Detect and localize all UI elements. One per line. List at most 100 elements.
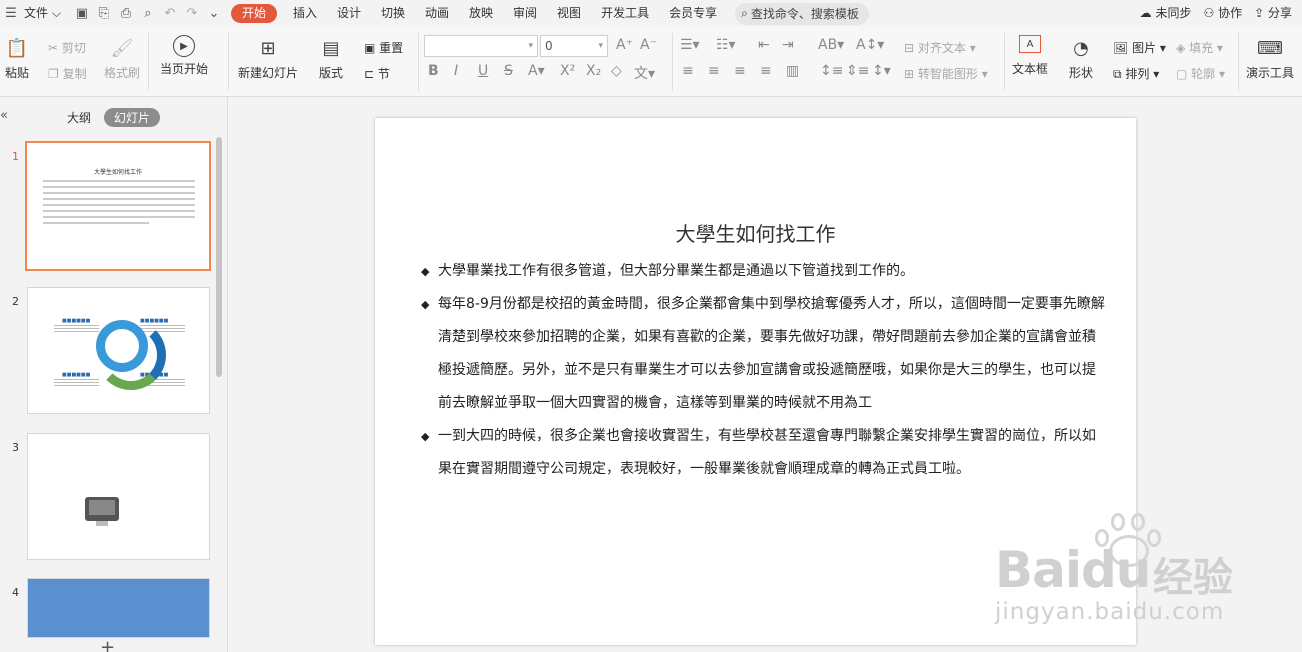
cut-button[interactable]: ✂ 剪切 — [48, 39, 86, 56]
slide-number: 3 — [12, 441, 19, 454]
decrease-indent-icon[interactable]: ⇤ — [758, 37, 770, 53]
clipboard-icon: 📋 — [5, 37, 29, 59]
cycle-diagram — [96, 320, 166, 390]
layout-button[interactable]: ▤ 版式 — [318, 35, 344, 81]
slide-thumbnail-2[interactable]: ■■■■■■ ■■■■■■ ■■■■■■ ■■■■■■ — [27, 287, 210, 414]
tab-slides[interactable]: 幻灯片 — [104, 108, 161, 127]
sort-icon[interactable]: A↕▾ — [856, 37, 884, 53]
distribute-icon[interactable]: ▥ — [786, 63, 799, 79]
increase-font-icon[interactable]: A⁺ — [616, 37, 633, 53]
slide-thumbnail-4[interactable] — [27, 578, 210, 638]
tab-developer[interactable]: 开发工具 — [591, 0, 659, 27]
section-button[interactable]: ⊏ 节 — [364, 65, 390, 82]
smartart-button[interactable]: ⊞ 转智能图形 ▾ — [904, 65, 988, 82]
slide-title[interactable]: 大學生如何找工作 — [375, 218, 1136, 247]
presentation-tools-button[interactable]: ⌨ 演示工具 — [1246, 35, 1294, 81]
tab-insert[interactable]: 插入 — [283, 0, 327, 27]
align-text-button[interactable]: ⊟ 对齐文本 ▾ — [904, 39, 976, 56]
section-icon: ⊏ — [364, 67, 375, 81]
monitor-icon — [85, 497, 119, 521]
arrange-icon: ⧉ — [1113, 67, 1122, 81]
panel-scrollbar[interactable] — [216, 137, 222, 377]
subscript-icon[interactable]: X₂ — [586, 63, 601, 79]
format-painter-button[interactable]: 🖌 格式刷 — [104, 35, 140, 81]
paste-button[interactable]: 📋 粘贴 — [4, 35, 30, 81]
justify-icon[interactable]: ≡ — [760, 63, 772, 79]
slide-thumbnail-1[interactable]: 大學生如何找工作 — [25, 141, 211, 271]
reset-button[interactable]: ▣ 重置 — [364, 39, 403, 56]
slide-thumbnail-3[interactable] — [27, 433, 210, 560]
collab-button[interactable]: ⚇ 协作 — [1197, 0, 1248, 27]
tab-animation[interactable]: 动画 — [415, 0, 459, 27]
start-current-slide-button[interactable]: ▶ 当页开始 — [160, 35, 208, 77]
text-direction-icon[interactable]: AB▾ — [818, 37, 844, 53]
copy-button[interactable]: ❐ 复制 — [48, 65, 87, 82]
ribbon: 📋 粘贴 ✂ 剪切 ❐ 复制 🖌 格式刷 ▶ 当页开始 ⊞ 新建幻灯片 ▤ 版式… — [0, 27, 1302, 97]
decrease-font-icon[interactable]: A⁻ — [640, 37, 657, 53]
share-button[interactable]: ⇪ 分享 — [1248, 0, 1298, 27]
align-right-icon[interactable]: ≡ — [734, 63, 746, 79]
tab-outline[interactable]: 大纲 — [67, 109, 91, 126]
save-icon[interactable]: ▣ — [71, 0, 93, 27]
slide-number: 1 — [12, 150, 19, 163]
smartart-icon: ⊞ — [904, 67, 915, 81]
tab-review[interactable]: 审阅 — [503, 0, 547, 27]
paragraph-spacing-icon[interactable]: ⇕≡ — [846, 63, 869, 79]
redo-icon[interactable]: ↷ — [181, 0, 203, 27]
unsync-button[interactable]: ☁ 未同步 — [1134, 0, 1198, 27]
font-family-select[interactable]: ▾ — [424, 35, 538, 57]
arrange-button[interactable]: ⧉ 排列 ▾ — [1113, 65, 1159, 82]
share-icon: ⇪ — [1254, 6, 1265, 20]
italic-icon[interactable]: I — [454, 63, 458, 79]
export-icon[interactable]: ⎘ — [93, 0, 115, 27]
font-size-select[interactable]: 0 ▾ — [540, 35, 608, 57]
line-spacing-icon[interactable]: ↕≡ — [820, 63, 843, 79]
strikethrough-icon[interactable]: S — [504, 63, 513, 79]
tab-view[interactable]: 视图 — [547, 0, 591, 27]
print-preview-icon[interactable]: ⌕ — [137, 0, 159, 27]
scissors-icon: ✂ — [48, 41, 59, 55]
slide-number: 2 — [12, 295, 19, 308]
slide-body[interactable]: ◆ 大學畢業找工作有很多管道，但大部分畢業生都是通過以下管道找到工作的。 ◆ 每年8… — [421, 255, 1106, 486]
tab-member[interactable]: 会员专享 — [659, 0, 727, 27]
align-text-icon: ⊟ — [904, 41, 915, 55]
new-slide-button[interactable]: ⊞ 新建幻灯片 — [238, 35, 298, 81]
hamburger-menu-icon[interactable]: ☰ — [0, 0, 22, 27]
tab-home[interactable]: 开始 — [230, 4, 277, 23]
thumbnail-title: 大學生如何找工作 — [93, 169, 142, 176]
brush-icon: 🖌 — [110, 37, 134, 59]
font-color-icon[interactable]: A▾ — [528, 63, 545, 79]
fill-button[interactable]: ◈ 填充 ▾ — [1176, 39, 1223, 56]
clear-format-icon[interactable]: ◇ — [611, 63, 622, 79]
baidu-watermark: Baidu 经验 jingyan.baidu.com — [995, 505, 1295, 645]
picture-icon: 🖼 — [1113, 41, 1129, 55]
copy-icon: ❐ — [48, 67, 59, 81]
bullet-list-icon[interactable]: ☰▾ — [680, 37, 700, 53]
slide-number: 4 — [12, 586, 19, 599]
increase-indent-icon[interactable]: ⇥ — [782, 37, 794, 53]
textbox-icon: A — [1019, 35, 1041, 53]
collapse-panel-icon[interactable]: « — [0, 108, 8, 123]
superscript-icon[interactable]: X² — [560, 63, 575, 79]
command-search[interactable]: ⌕ 查找命令、搜索模板 — [735, 2, 869, 25]
outline-button[interactable]: ▢ 轮廓 ▾ — [1176, 65, 1225, 82]
tab-design[interactable]: 设计 — [327, 0, 371, 27]
line-spacing-dropdown-icon[interactable]: ↕▾ — [872, 63, 891, 79]
align-center-icon[interactable]: ≡ — [708, 63, 720, 79]
add-slide-icon[interactable]: + — [100, 637, 115, 652]
print-icon[interactable]: ⎙ — [115, 0, 137, 27]
quick-access-dropdown-icon[interactable]: ⌄ — [203, 0, 225, 27]
tab-transition[interactable]: 切换 — [371, 0, 415, 27]
shape-button[interactable]: ◔ 形状 — [1068, 35, 1094, 81]
file-menu[interactable]: 文件 ⌵ — [22, 0, 71, 27]
undo-icon[interactable]: ↶ — [159, 0, 181, 27]
align-left-icon[interactable]: ≡ — [682, 63, 694, 79]
cloud-icon: ☁ — [1139, 6, 1152, 20]
picture-button[interactable]: 🖼 图片 ▾ — [1113, 39, 1166, 56]
textbox-button[interactable]: A 文本框 — [1012, 35, 1048, 77]
tab-slideshow[interactable]: 放映 — [459, 0, 503, 27]
bold-icon[interactable]: B — [428, 63, 439, 79]
underline-icon[interactable]: U — [478, 63, 488, 79]
numbered-list-icon[interactable]: ☷▾ — [716, 37, 736, 53]
phonetic-icon[interactable]: 文▾ — [634, 63, 655, 83]
